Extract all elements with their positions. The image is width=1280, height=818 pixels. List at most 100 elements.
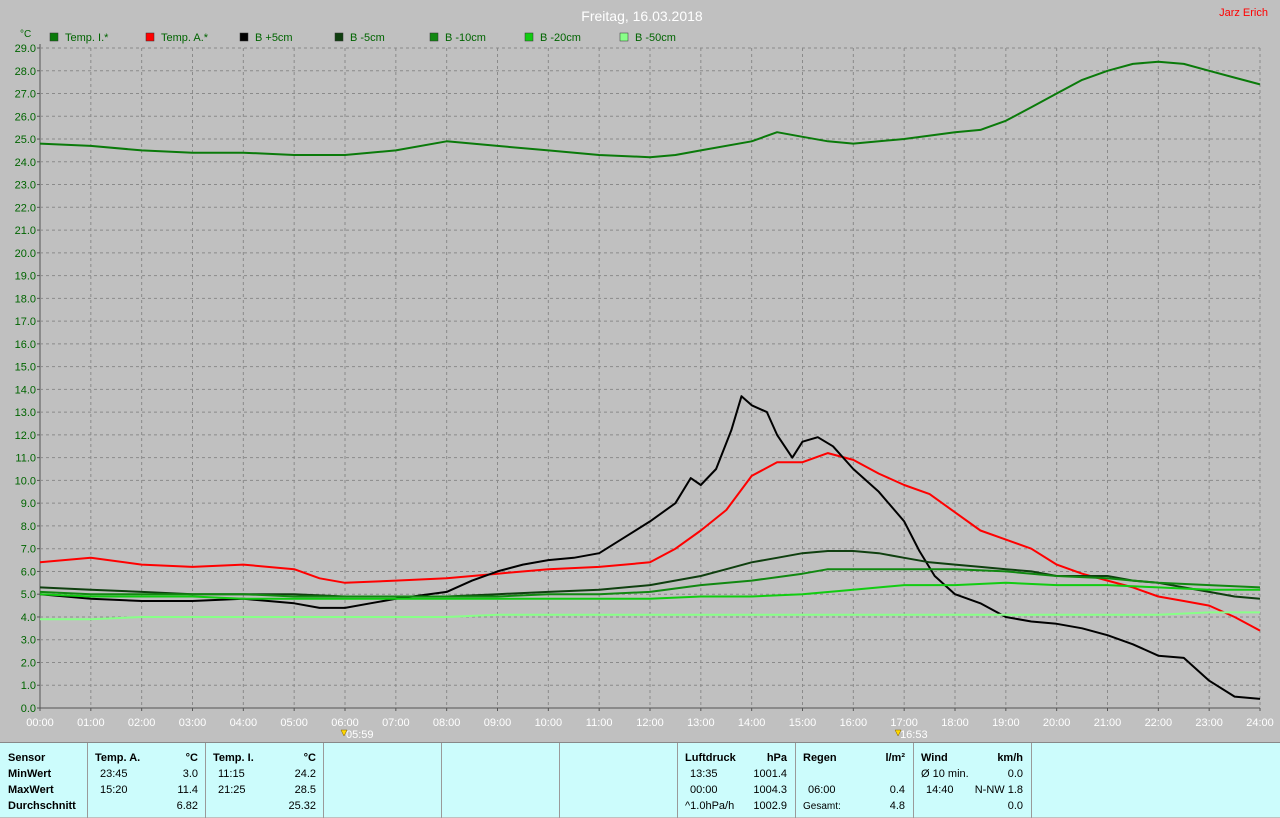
stats-empty-column bbox=[560, 743, 678, 818]
x-tick-label: 18:00 bbox=[941, 717, 969, 729]
x-tick-label: 10:00 bbox=[535, 717, 563, 729]
temp-a-unit: °C bbox=[185, 752, 198, 764]
y-tick-label: 5.0 bbox=[21, 589, 36, 601]
legend-swatch bbox=[239, 32, 249, 42]
x-axis-labels: 00:00 01:00 02:00 03:00 04:00 05:00 06:00 07:00… bbox=[26, 717, 1274, 729]
wind-unit: km/h bbox=[997, 752, 1023, 764]
y-tick-label: 19.0 bbox=[15, 271, 36, 283]
x-tick-label: 21:00 bbox=[1094, 717, 1122, 729]
temp-a-max-value: 11.4 bbox=[177, 784, 198, 796]
stats-temp-a-column: Temp. A. °C 23:45 3.0 15:20 11.4 6.82 bbox=[88, 743, 206, 818]
temp-a-average: 6.82 bbox=[176, 800, 198, 812]
x-tick-label: 16:00 bbox=[840, 717, 868, 729]
wind-header: Wind bbox=[921, 752, 948, 764]
temp-a-max-time: 15:20 bbox=[100, 784, 128, 796]
y-tick-label: 28.0 bbox=[15, 66, 36, 78]
stats-rain-column: Regen l/m² 06:00 0.4 Gesamt: 4.8 bbox=[796, 743, 914, 818]
y-tick-label: 11.0 bbox=[15, 453, 36, 465]
y-tick-label: 6.0 bbox=[21, 566, 36, 578]
marker-label: 05:59 bbox=[346, 729, 374, 741]
y-unit-label: °C bbox=[20, 29, 31, 40]
y-tick-label: 16.0 bbox=[15, 339, 36, 351]
stats-pressure-column: Luftdruck hPa 13:35 1001.4 00:00 1004.3 … bbox=[678, 743, 796, 818]
y-axis-labels: 0.0 1.0 2.0 3.0 4.0 5.0 6.0 7.0 8.0 9.0 10.0 11.0 12… bbox=[15, 43, 36, 715]
y-tick-label: 20.0 bbox=[15, 248, 36, 260]
legend-swatch bbox=[49, 32, 59, 42]
y-tick-label: 22.0 bbox=[15, 202, 36, 214]
rain-value: 0.4 bbox=[889, 784, 905, 796]
temp-i-unit: °C bbox=[303, 752, 316, 764]
row-label-avg: Durchschnitt bbox=[8, 800, 76, 812]
stats-wind-column: Wind km/h Ø 10 min. 0.0 14:40 N-NW 1.8 0… bbox=[914, 743, 1032, 818]
pressure-trend-label: ^1.0hPa/h bbox=[685, 800, 735, 812]
stats-empty-column bbox=[324, 743, 442, 818]
x-tick-label: 03:00 bbox=[179, 717, 207, 729]
x-tick-label: 04:00 bbox=[230, 717, 258, 729]
temp-a-header: Temp. A. bbox=[95, 752, 141, 764]
pressure-trend-value: 1002.9 bbox=[753, 800, 787, 812]
row-label-max: MaxWert bbox=[8, 784, 54, 796]
y-tick-label: 29.0 bbox=[15, 43, 36, 55]
author-label: Jarz Erich bbox=[1219, 7, 1268, 19]
x-tick-label: 08:00 bbox=[433, 717, 461, 729]
pressure-min-value: 1001.4 bbox=[753, 768, 787, 780]
legend-swatch bbox=[619, 32, 629, 42]
legend-swatch bbox=[145, 32, 155, 42]
y-tick-label: 9.0 bbox=[21, 498, 36, 510]
temp-i-header: Temp. I. bbox=[213, 752, 254, 764]
y-tick-label: 4.0 bbox=[21, 612, 36, 624]
rain-total-label: Gesamt: bbox=[803, 801, 841, 812]
legend-label: B +5cm bbox=[255, 32, 293, 44]
y-tick-label: 13.0 bbox=[15, 407, 36, 419]
rain-unit: l/m² bbox=[885, 752, 905, 764]
x-tick-label: 09:00 bbox=[484, 717, 512, 729]
wind-third-value: 0.0 bbox=[1007, 800, 1023, 812]
weather-chart: Freitag, 16.03.2018 Jarz Erich °C 0.0 1.0… bbox=[15, 7, 1274, 741]
legend-swatch bbox=[429, 32, 439, 42]
wind-max-value: N-NW 1.8 bbox=[974, 784, 1023, 796]
y-tick-label: 14.0 bbox=[15, 384, 36, 396]
y-tick-label: 18.0 bbox=[15, 293, 36, 305]
stats-sensor-column: Sensor MinWert MaxWert Durchschnitt bbox=[0, 743, 88, 818]
y-tick-label: 24.0 bbox=[15, 157, 36, 169]
legend-swatch bbox=[524, 32, 534, 42]
x-tick-label: 23:00 bbox=[1195, 717, 1223, 729]
x-tick-label: 07:00 bbox=[382, 717, 410, 729]
temp-i-min-value: 24.2 bbox=[294, 768, 316, 780]
rain-header: Regen bbox=[803, 752, 837, 764]
temp-i-min-time: 11:15 bbox=[218, 768, 245, 780]
y-tick-label: 3.0 bbox=[21, 635, 36, 647]
x-tick-label: 01:00 bbox=[77, 717, 105, 729]
legend-label: B -20cm bbox=[540, 32, 581, 44]
x-tick-label: 06:00 bbox=[331, 717, 359, 729]
y-tick-label: 15.0 bbox=[15, 362, 36, 374]
temp-i-average: 25.32 bbox=[288, 800, 316, 812]
x-tick-label: 12:00 bbox=[636, 717, 664, 729]
legend-label: Temp. A.* bbox=[161, 32, 209, 44]
temp-a-min-time: 23:45 bbox=[100, 768, 128, 780]
y-tick-label: 0.0 bbox=[21, 703, 36, 715]
legend-label: B -50cm bbox=[635, 32, 676, 44]
legend-label: Temp. I.* bbox=[65, 32, 109, 44]
grid bbox=[37, 44, 1261, 711]
y-tick-label: 7.0 bbox=[21, 544, 36, 556]
time-markers: 05:59 16:53 bbox=[340, 729, 928, 741]
x-tick-label: 00:00 bbox=[26, 717, 54, 729]
marker-label: 16:53 bbox=[900, 729, 928, 741]
wind-max-time: 14:40 bbox=[926, 784, 954, 796]
sensor-header: Sensor bbox=[8, 752, 46, 764]
y-tick-label: 10.0 bbox=[15, 475, 36, 487]
temp-a-min-value: 3.0 bbox=[182, 768, 198, 780]
y-tick-label: 27.0 bbox=[15, 89, 36, 101]
pressure-max-value: 1004.3 bbox=[753, 784, 787, 796]
stats-temp-i-column: Temp. I. °C 11:15 24.2 21:25 28.5 25.32 bbox=[206, 743, 324, 818]
x-tick-label: 15:00 bbox=[789, 717, 817, 729]
wind-avg-value: 0.0 bbox=[1007, 768, 1023, 780]
temp-i-max-value: 28.5 bbox=[294, 784, 316, 796]
rain-time: 06:00 bbox=[808, 784, 836, 796]
chart-title: Freitag, 16.03.2018 bbox=[581, 8, 703, 24]
pressure-min-time: 13:35 bbox=[690, 768, 718, 780]
x-tick-label: 22:00 bbox=[1145, 717, 1173, 729]
x-tick-label: 02:00 bbox=[128, 717, 156, 729]
pressure-max-time: 00:00 bbox=[690, 784, 718, 796]
